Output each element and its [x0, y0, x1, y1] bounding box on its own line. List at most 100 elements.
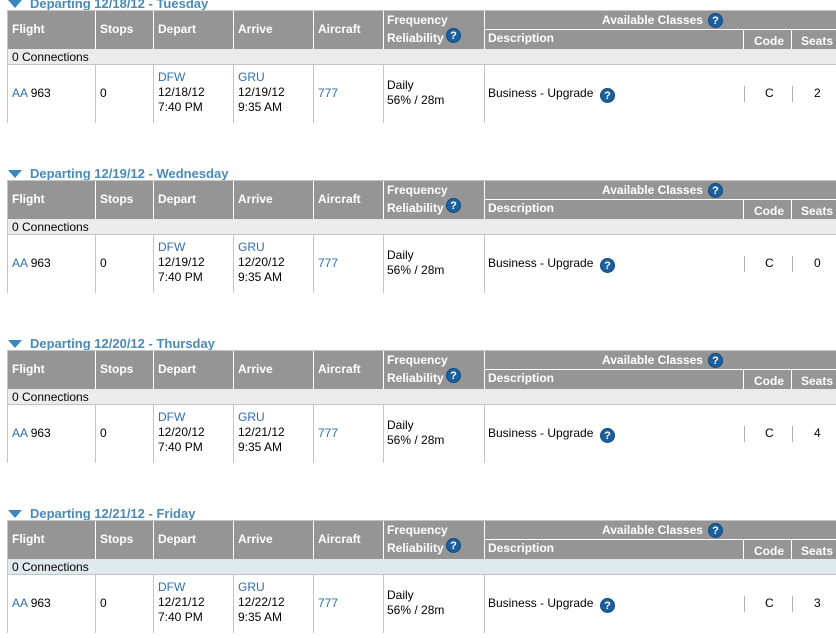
seats-value: 2: [814, 86, 821, 100]
depart-date: 12/19/12: [158, 255, 205, 269]
aircraft-link[interactable]: 777: [318, 256, 338, 270]
header-stops: Stops: [100, 532, 134, 546]
header-seats: Seats: [801, 374, 834, 388]
header-seats: Seats: [801, 34, 834, 48]
header-arrive: Arrive: [238, 22, 273, 36]
class-code: C: [765, 426, 774, 440]
header-aircraft: Aircraft: [318, 192, 361, 206]
header-seats: Seats: [801, 544, 834, 558]
class-description: Business - Upgrade: [488, 86, 594, 100]
header-depart: Depart: [158, 532, 197, 546]
flight-number: 963: [30, 256, 51, 270]
table-header: Flight Stops Depart Arrive Aircraft Freq…: [8, 521, 836, 559]
header-available-classes: Available Classes: [602, 353, 703, 367]
class-help-icon[interactable]: ?: [600, 258, 615, 273]
header-code: Code: [754, 544, 784, 558]
flight-table: Flight Stops Depart Arrive Aircraft Freq…: [7, 10, 836, 123]
header-code: Code: [754, 204, 784, 218]
departure-heading: Departing 12/21/12 - Friday: [30, 505, 196, 521]
header-frequency: Frequency: [387, 523, 448, 537]
flight-number: 963: [30, 86, 51, 100]
airline-link[interactable]: AA: [12, 256, 27, 270]
flight-number: 963: [30, 426, 51, 440]
class-help-icon[interactable]: ?: [600, 598, 615, 613]
class-code: C: [765, 596, 774, 610]
depart-date: 12/21/12: [158, 595, 205, 609]
depart-airport-link[interactable]: DFW: [158, 580, 185, 594]
reliability-help-icon[interactable]: ?: [446, 538, 461, 553]
header-reliability: Reliability: [387, 371, 444, 385]
flight-table: Flight Stops Depart Arrive Aircraft Freq…: [7, 350, 836, 463]
header-seats: Seats: [801, 204, 834, 218]
arrive-date: 12/20/12: [238, 255, 285, 269]
header-frequency: Frequency: [387, 13, 448, 27]
depart-date: 12/18/12: [158, 85, 205, 99]
header-arrive: Arrive: [238, 532, 273, 546]
arrive-date: 12/19/12: [238, 85, 285, 99]
available-classes-help-icon[interactable]: ?: [708, 183, 723, 198]
header-aircraft: Aircraft: [318, 22, 361, 36]
departure-heading: Departing 12/20/12 - Thursday: [30, 335, 215, 351]
aircraft-link[interactable]: 777: [318, 86, 338, 100]
flight-table: Flight Stops Depart Arrive Aircraft Freq…: [7, 520, 836, 633]
collapse-triangle-icon[interactable]: [8, 0, 22, 8]
arrive-airport-link[interactable]: GRU: [238, 580, 265, 594]
depart-date: 12/20/12: [158, 425, 205, 439]
stops-value: 0: [100, 256, 107, 270]
stops-value: 0: [100, 596, 107, 610]
header-depart: Depart: [158, 22, 197, 36]
depart-airport-link[interactable]: DFW: [158, 410, 185, 424]
header-arrive: Arrive: [238, 362, 273, 376]
class-help-icon[interactable]: ?: [600, 428, 615, 443]
depart-airport-link[interactable]: DFW: [158, 70, 185, 84]
header-code: Code: [754, 34, 784, 48]
reliability-value: 56% / 28m: [387, 93, 445, 107]
reliability-help-icon[interactable]: ?: [446, 368, 461, 383]
reliability-value: 56% / 28m: [387, 433, 445, 447]
arrive-airport-link[interactable]: GRU: [238, 410, 265, 424]
arrive-airport-link[interactable]: GRU: [238, 70, 265, 84]
depart-time: 7:40 PM: [158, 270, 203, 284]
header-aircraft: Aircraft: [318, 532, 361, 546]
airline-link[interactable]: AA: [12, 426, 27, 440]
header-flight: Flight: [12, 22, 45, 36]
connections-row: 0 Connections: [8, 49, 836, 65]
available-classes-help-icon[interactable]: ?: [708, 523, 723, 538]
reliability-help-icon[interactable]: ?: [446, 28, 461, 43]
header-frequency: Frequency: [387, 183, 448, 197]
table-header: Flight Stops Depart Arrive Aircraft Freq…: [8, 351, 836, 389]
header-description: Description: [488, 201, 555, 215]
flight-row: AA 963 0 DFW 12/20/12 7:40 PM GRU 12/21/…: [8, 405, 836, 463]
arrive-time: 9:35 AM: [238, 100, 283, 114]
table-header: Flight Stops Depart Arrive Aircraft Freq…: [8, 11, 836, 49]
reliability-help-icon[interactable]: ?: [446, 198, 461, 213]
seats-value: 0: [814, 256, 821, 270]
connections-label: 0 Connections: [12, 560, 89, 574]
depart-time: 7:40 PM: [158, 100, 203, 114]
collapse-triangle-icon[interactable]: [8, 509, 22, 518]
arrive-airport-link[interactable]: GRU: [238, 240, 265, 254]
header-available-classes: Available Classes: [602, 13, 703, 27]
header-stops: Stops: [100, 22, 134, 36]
aircraft-link[interactable]: 777: [318, 596, 338, 610]
depart-time: 7:40 PM: [158, 610, 203, 624]
airline-link[interactable]: AA: [12, 86, 27, 100]
airline-link[interactable]: AA: [12, 596, 27, 610]
stops-value: 0: [100, 426, 107, 440]
available-classes-help-icon[interactable]: ?: [708, 13, 723, 28]
connections-label: 0 Connections: [12, 220, 89, 234]
depart-airport-link[interactable]: DFW: [158, 240, 185, 254]
connections-label: 0 Connections: [12, 390, 89, 404]
collapse-triangle-icon[interactable]: [8, 169, 22, 178]
aircraft-link[interactable]: 777: [318, 426, 338, 440]
arrive-date: 12/22/12: [238, 595, 285, 609]
connections-row: 0 Connections: [8, 389, 836, 405]
frequency-value: Daily: [387, 248, 414, 262]
header-available-classes: Available Classes: [602, 183, 703, 197]
header-reliability: Reliability: [387, 201, 444, 215]
flight-row: AA 963 0 DFW 12/19/12 7:40 PM GRU 12/20/…: [8, 235, 836, 293]
available-classes-help-icon[interactable]: ?: [708, 353, 723, 368]
class-help-icon[interactable]: ?: [600, 88, 615, 103]
header-stops: Stops: [100, 362, 134, 376]
collapse-triangle-icon[interactable]: [8, 339, 22, 348]
